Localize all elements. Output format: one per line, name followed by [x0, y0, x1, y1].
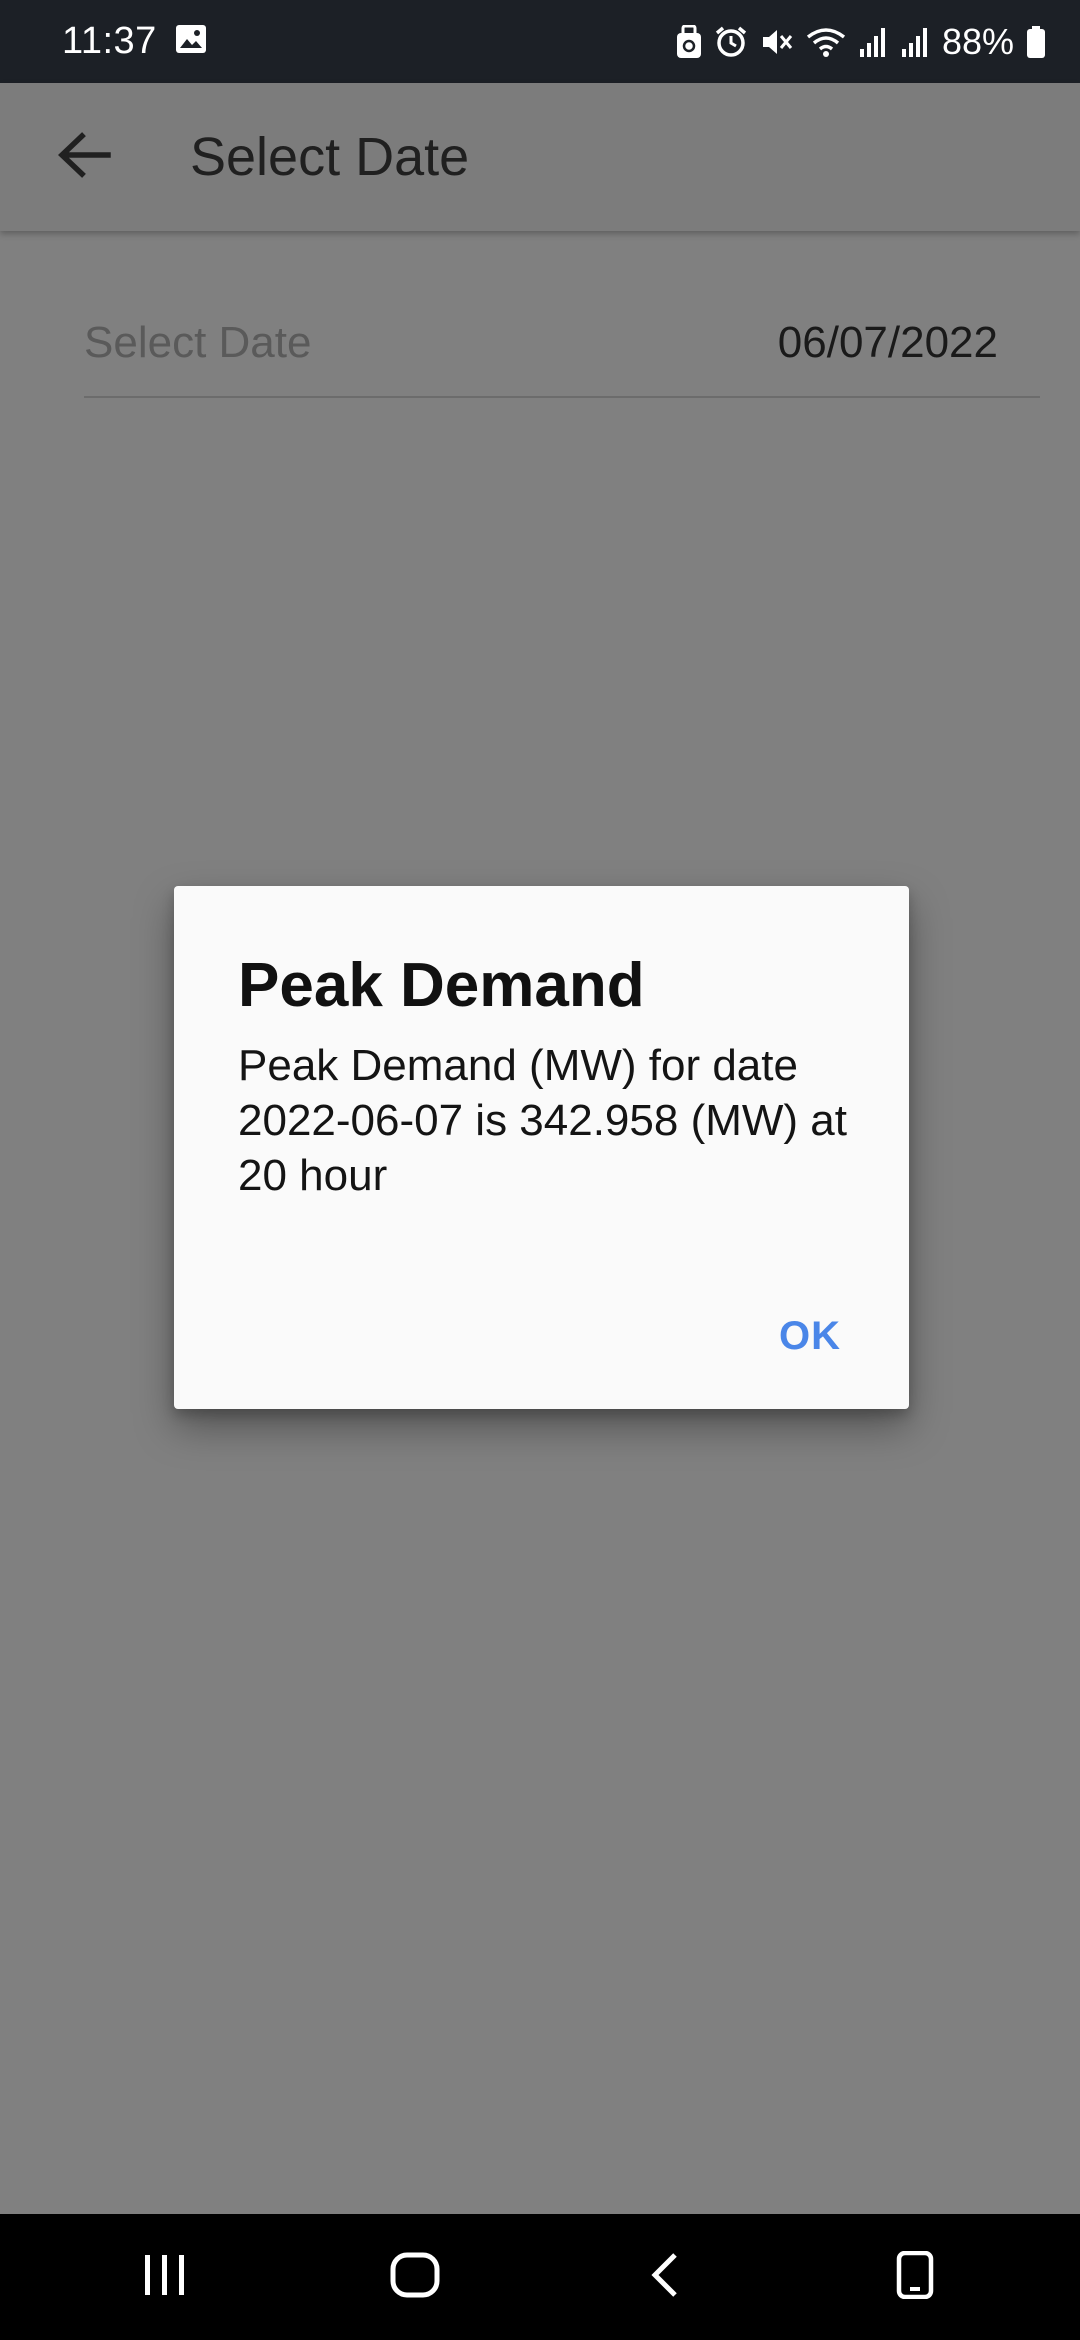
back-chevron-icon	[647, 2251, 683, 2304]
back-button[interactable]	[0, 83, 168, 231]
dialog-title: Peak Demand	[238, 951, 645, 1020]
recycle-lock-icon	[676, 24, 702, 59]
arrow-left-icon	[56, 130, 112, 185]
status-left: 11:37	[62, 20, 207, 63]
date-field[interactable]: Select Date 06/07/2022	[84, 290, 1040, 398]
battery-icon	[1026, 25, 1046, 59]
signal-icon-1	[858, 25, 888, 59]
recents-button[interactable]	[105, 2227, 225, 2327]
peak-demand-dialog: Peak Demand Peak Demand (MW) for date 20…	[174, 886, 909, 1409]
ok-button[interactable]: OK	[779, 1314, 841, 1359]
mute-icon	[760, 25, 794, 59]
home-button[interactable]	[355, 2227, 475, 2327]
phone-icon	[895, 2250, 935, 2304]
status-bar: 11:37 88%	[0, 0, 1080, 83]
navigation-bar	[0, 2214, 1080, 2340]
recents-icon	[141, 2253, 189, 2302]
screen: 11:37 88% Select Date Select Date 06/07/…	[0, 0, 1080, 2340]
phone-button[interactable]	[855, 2227, 975, 2327]
home-icon	[389, 2251, 441, 2304]
nav-back-button[interactable]	[605, 2227, 725, 2327]
signal-icon-2	[900, 25, 930, 59]
page-title: Select Date	[190, 127, 470, 187]
date-field-value: 06/07/2022	[777, 318, 998, 367]
date-field-label: Select Date	[84, 318, 312, 367]
wifi-icon	[806, 25, 846, 59]
dialog-message: Peak Demand (MW) for date 2022-06-07 is …	[238, 1041, 847, 1200]
battery-percent: 88%	[941, 20, 1014, 62]
app-bar: Select Date	[0, 83, 1080, 231]
gallery-icon	[175, 24, 207, 59]
status-time: 11:37	[62, 20, 157, 62]
alarm-icon	[714, 25, 748, 59]
status-right: 88%	[676, 21, 1046, 63]
